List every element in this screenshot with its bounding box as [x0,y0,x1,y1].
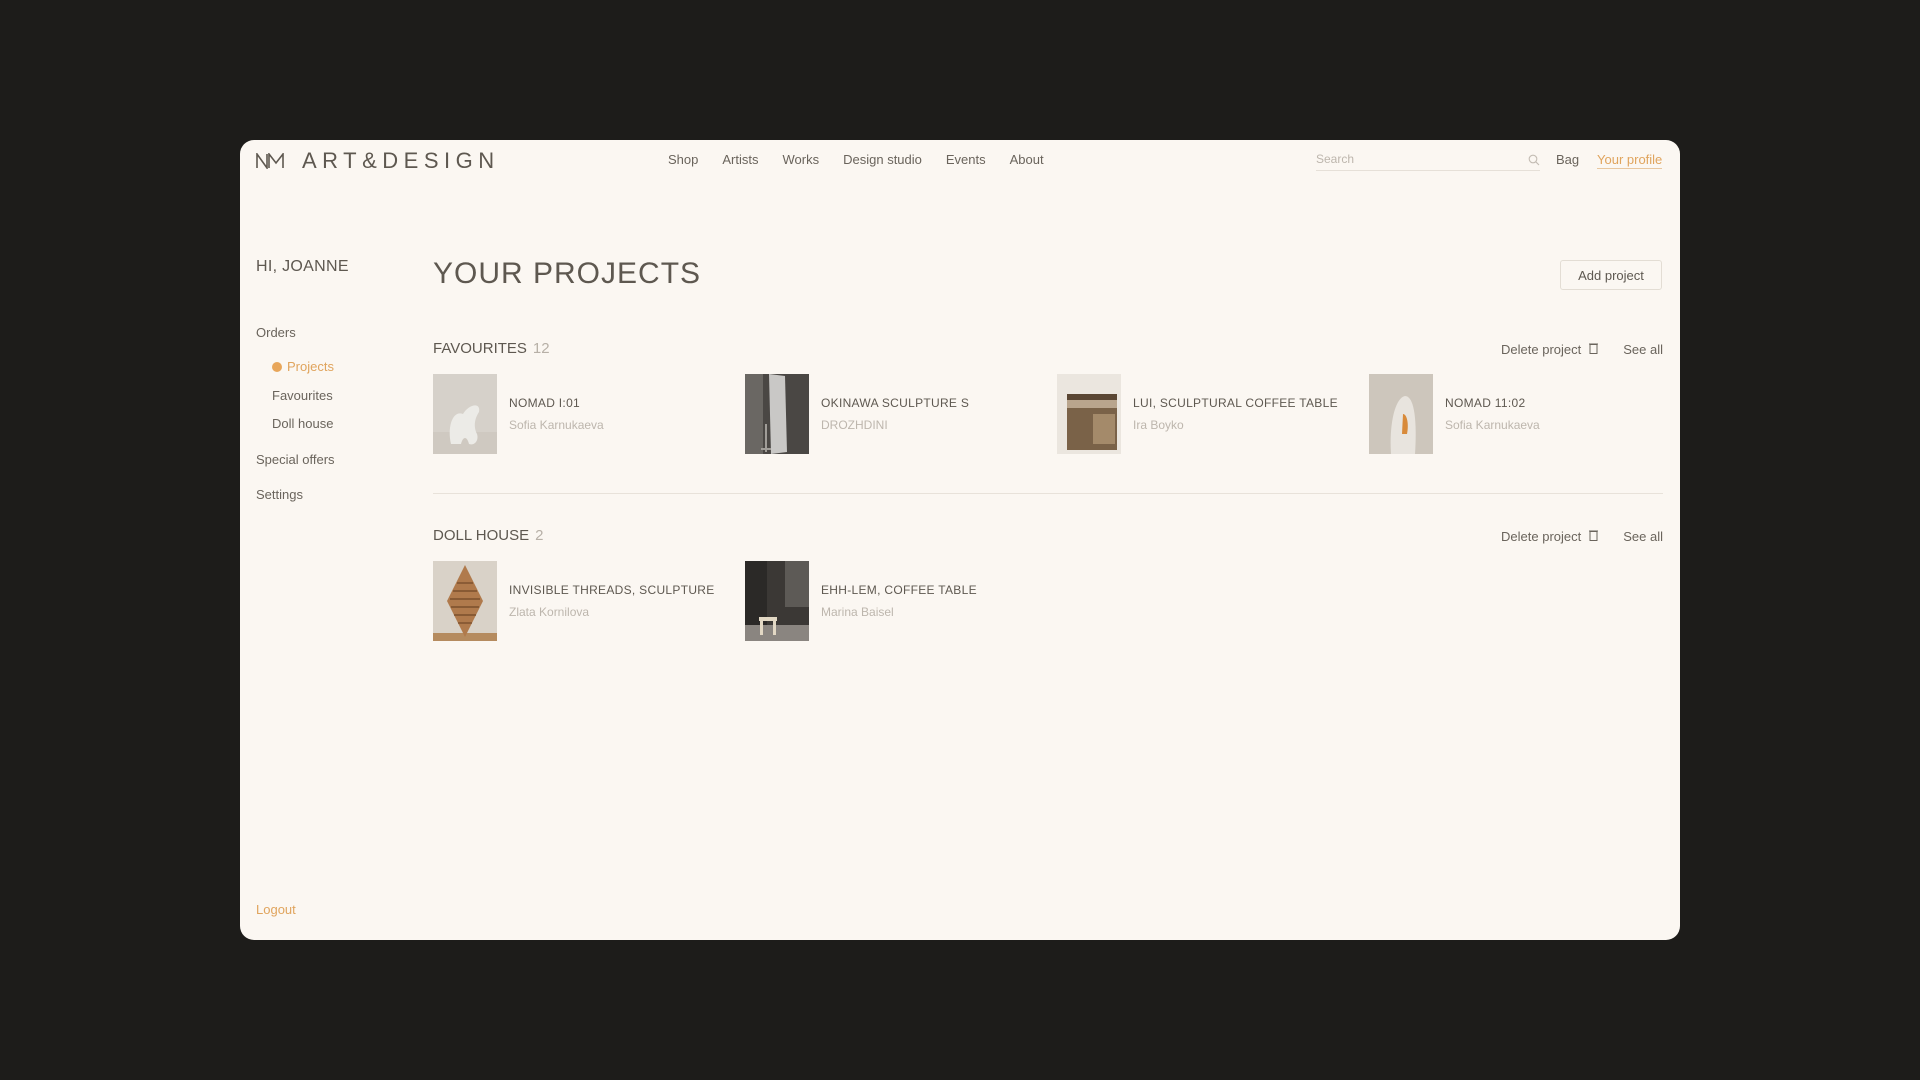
active-dot-icon [272,362,282,372]
product-thumbnail [1369,374,1433,454]
see-all-link[interactable]: See all [1623,342,1663,357]
card-title: NOMAD I:01 [509,396,581,410]
card-author: Marina Baisel [821,605,894,619]
add-project-button[interactable]: Add project [1560,260,1662,290]
nav-events[interactable]: Events [946,152,986,167]
delete-project-label: Delete project [1501,342,1582,357]
project-card[interactable]: EHH-LEM, COFFEE TABLE Marina Baisel [745,561,1045,641]
product-thumbnail [433,561,497,641]
project-card[interactable]: OKINAWA SCULPTURE S DROZHDINI [745,374,1045,454]
project-card-list: NOMAD I:01 Sofia Karnukaeva OKINAWA SCUL… [433,374,1663,454]
card-author: DROZHDINI [821,418,888,432]
page-title: YOUR PROJECTS [433,257,702,290]
sidebar-item-orders[interactable]: Orders [256,325,296,340]
card-author: Sofia Karnukaeva [1445,418,1540,432]
delete-project-button[interactable]: Delete project [1501,342,1599,357]
nav-about[interactable]: About [1010,152,1044,167]
logo-text: ART&DESIGN [302,148,500,173]
greeting: HI, JOANNE [256,258,349,275]
search-input[interactable] [1316,150,1516,168]
sidebar-item-special-offers[interactable]: Special offers [256,452,335,467]
card-title: NOMAD 11:02 [1445,396,1526,410]
card-author: Zlata Kornilova [509,605,590,619]
your-profile-link[interactable]: Your profile [1597,152,1663,169]
project-card-list: INVISIBLE THREADS, SCULPTURE Zlata Korni… [433,561,1663,641]
doll-house-section: DOLL HOUSE 2 Delete project See all INVI… [433,527,1663,647]
section-title: DOLL HOUSE 2 [433,527,543,544]
project-card[interactable]: INVISIBLE THREADS, SCULPTURE Zlata Korni… [433,561,733,641]
product-thumbnail [745,374,809,454]
search-box [1316,150,1540,171]
bag-link[interactable]: Bag [1556,152,1579,167]
sidebar-item-projects[interactable]: Projects [272,359,334,374]
nm-logo-icon [256,153,286,169]
top-header: ART&DESIGN Shop Artists Works Design stu… [240,140,1680,180]
section-actions: Delete project See all [1501,529,1663,544]
card-title: OKINAWA SCULPTURE S [821,396,970,410]
section-title: FAVOURITES 12 [433,340,550,357]
project-card[interactable]: NOMAD I:01 Sofia Karnukaeva [433,374,733,454]
trash-icon [1589,529,1599,544]
delete-project-label: Delete project [1501,529,1582,544]
project-card[interactable]: LUI, SCULPTURAL COFFEE TABLE Ira Boyko [1057,374,1357,454]
card-author: Ira Boyko [1133,418,1184,432]
section-count: 2 [535,527,544,544]
project-card[interactable]: NOMAD 11:02 Sofia Karnukaeva [1369,374,1669,454]
section-divider [433,493,1663,494]
section-count: 12 [532,340,550,357]
section-title-text: DOLL HOUSE [433,527,530,544]
card-title: INVISIBLE THREADS, SCULPTURE [509,583,715,597]
main-nav: Shop Artists Works Design studio Events … [668,152,1044,167]
sidebar-item-doll-house[interactable]: Doll house [272,416,333,431]
product-thumbnail [745,561,809,641]
section-actions: Delete project See all [1501,342,1663,357]
favourites-section: FAVOURITES 12 Delete project See all NOM… [433,340,1663,460]
nav-artists[interactable]: Artists [722,152,758,167]
card-title: EHH-LEM, COFFEE TABLE [821,583,977,597]
product-thumbnail [433,374,497,454]
sidebar-item-label: Projects [287,359,334,374]
section-title-text: FAVOURITES [433,340,527,357]
logo[interactable]: ART&DESIGN [256,148,500,174]
card-title: LUI, SCULPTURAL COFFEE TABLE [1133,396,1338,410]
card-author: Sofia Karnukaeva [509,418,604,432]
logout-link[interactable]: Logout [256,902,296,917]
delete-project-button[interactable]: Delete project [1501,529,1599,544]
sidebar-item-settings[interactable]: Settings [256,487,303,502]
nav-design-studio[interactable]: Design studio [843,152,922,167]
sidebar-item-favourites[interactable]: Favourites [272,388,333,403]
app-window: ART&DESIGN Shop Artists Works Design stu… [240,140,1680,940]
see-all-link[interactable]: See all [1623,529,1663,544]
trash-icon [1589,342,1599,357]
nav-shop[interactable]: Shop [668,152,698,167]
search-icon[interactable] [1528,153,1540,171]
product-thumbnail [1057,374,1121,454]
nav-works[interactable]: Works [783,152,820,167]
